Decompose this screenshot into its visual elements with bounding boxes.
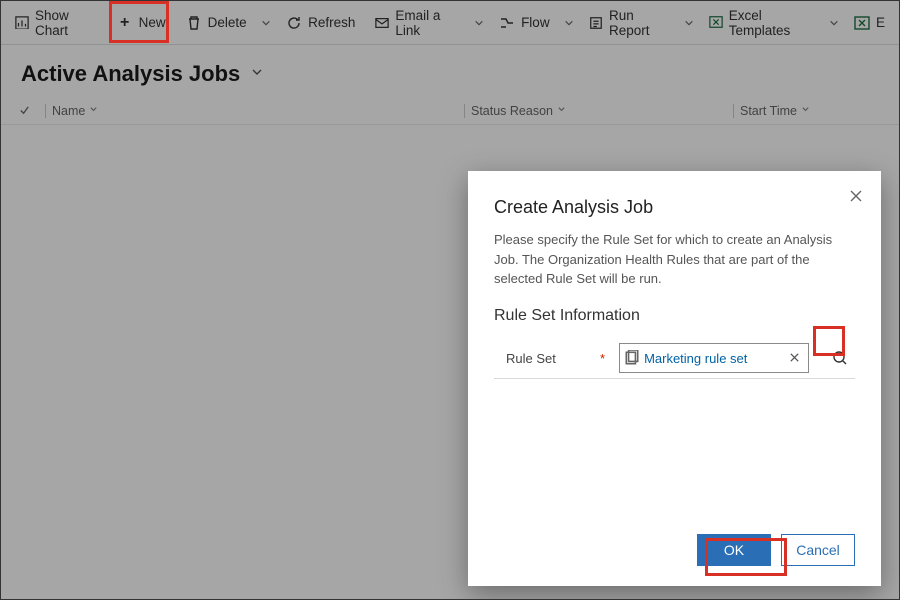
chart-icon (15, 15, 29, 31)
run-report-button[interactable]: Run Report (579, 5, 679, 41)
delete-label: Delete (208, 15, 247, 30)
dialog-description: Please specify the Rule Set for which to… (494, 230, 855, 289)
flow-icon (499, 15, 515, 31)
plus-icon: + (117, 15, 133, 31)
view-title: Active Analysis Jobs (21, 61, 240, 87)
column-header-row: Name Status Reason Start Time (1, 97, 899, 125)
flow-chevron[interactable] (560, 5, 579, 41)
view-header: Active Analysis Jobs (1, 45, 899, 97)
rule-set-lookup[interactable]: Marketing rule set (619, 343, 809, 373)
column-name-label: Name (52, 104, 85, 118)
create-analysis-job-dialog: Create Analysis Job Please specify the R… (468, 171, 881, 586)
refresh-label: Refresh (308, 15, 355, 30)
dialog-footer: OK Cancel (494, 522, 855, 586)
flow-label: Flow (521, 15, 550, 30)
email-link-label: Email a Link (395, 8, 459, 38)
excel-templates-chevron[interactable] (825, 5, 844, 41)
command-bar: Show Chart + New Delete Refresh Email a (1, 1, 899, 45)
delete-split-chevron[interactable] (257, 5, 276, 41)
dialog-section-heading: Rule Set Information (494, 307, 855, 325)
show-chart-button[interactable]: Show Chart (5, 5, 107, 41)
refresh-icon (286, 15, 302, 31)
column-start-time[interactable]: Start Time (740, 104, 881, 118)
column-name[interactable]: Name (52, 104, 462, 118)
email-link-button[interactable]: Email a Link (365, 5, 469, 41)
excel-icon (709, 15, 723, 31)
chevron-down-icon (89, 105, 98, 117)
column-status-reason[interactable]: Status Reason (471, 104, 731, 118)
report-icon (589, 15, 603, 31)
column-divider (464, 104, 465, 118)
view-selector-chevron[interactable] (250, 65, 264, 84)
delete-button[interactable]: Delete (176, 5, 257, 41)
export-excel-label: E (876, 15, 885, 30)
excel-export-icon (854, 15, 870, 31)
refresh-button[interactable]: Refresh (276, 5, 365, 41)
email-icon (375, 15, 389, 31)
app-window: Show Chart + New Delete Refresh Email a (0, 0, 900, 600)
run-report-label: Run Report (609, 8, 669, 38)
column-start-label: Start Time (740, 104, 797, 118)
rule-set-label: Rule Set (494, 351, 590, 366)
excel-templates-button[interactable]: Excel Templates (699, 5, 825, 41)
column-divider (733, 104, 734, 118)
show-chart-label: Show Chart (35, 8, 97, 38)
excel-templates-label: Excel Templates (729, 8, 815, 38)
clear-lookup-button[interactable] (784, 351, 804, 366)
run-report-chevron[interactable] (679, 5, 698, 41)
lookup-search-button[interactable] (825, 343, 855, 373)
column-divider (45, 104, 46, 118)
rule-set-selected-value: Marketing rule set (644, 351, 784, 366)
cancel-button[interactable]: Cancel (781, 534, 855, 566)
trash-icon (186, 15, 202, 31)
select-all-column[interactable] (19, 105, 43, 116)
required-indicator: * (600, 351, 605, 366)
ok-button[interactable]: OK (697, 534, 771, 566)
chevron-down-icon (801, 105, 810, 117)
new-label: New (139, 15, 166, 30)
export-excel-button-partial[interactable]: E (844, 5, 895, 41)
dialog-close-button[interactable] (849, 189, 863, 208)
column-status-label: Status Reason (471, 104, 553, 118)
flow-button[interactable]: Flow (489, 5, 560, 41)
dialog-title: Create Analysis Job (494, 197, 855, 218)
record-icon (624, 350, 640, 366)
rule-set-field-row: Rule Set * Marketing rule set (494, 343, 855, 379)
chevron-down-icon (557, 105, 566, 117)
email-link-split-chevron[interactable] (470, 5, 489, 41)
new-button[interactable]: + New (107, 5, 176, 41)
